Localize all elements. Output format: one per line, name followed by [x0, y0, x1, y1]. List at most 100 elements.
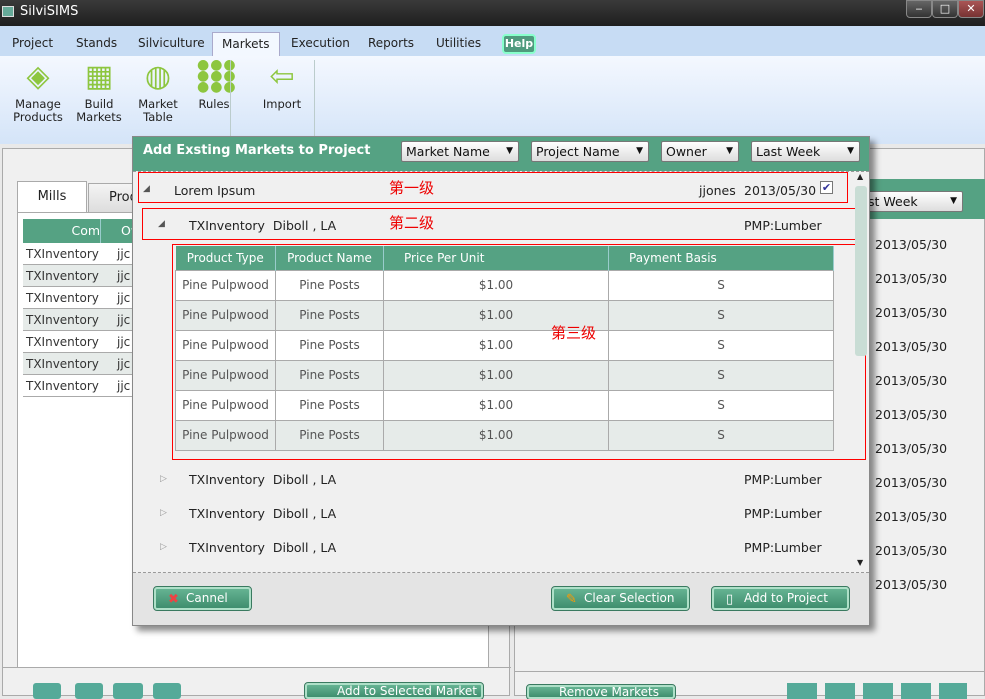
product-row[interactable]: Pine Pulpwood Pine Posts $1.00 S: [175, 329, 834, 361]
dialog-title: Add Exsting Markets to Project: [143, 143, 371, 158]
remove-markets-button[interactable]: Remove Markets: [526, 684, 676, 699]
cell-price: $1.00: [383, 419, 609, 451]
table-row[interactable]: TXInventory jjc: [23, 331, 143, 353]
column-product-type[interactable]: Product Type: [175, 246, 276, 270]
edit-icon[interactable]: [113, 683, 143, 699]
add-to-project-button[interactable]: ▯ Add to Project: [711, 586, 850, 611]
globe-icon: ◍: [144, 59, 172, 94]
date-range-select[interactable]: Last Week ▼: [751, 141, 860, 162]
market-name-select[interactable]: Market Name ▼: [401, 141, 519, 162]
product-row[interactable]: Pine Pulpwood Pine Posts $1.00 S: [175, 269, 834, 301]
clear-selection-button[interactable]: ✎ Clear Selection: [551, 586, 690, 611]
scrollbar-thumb[interactable]: [855, 186, 867, 356]
table-row[interactable]: TXInventory jjc: [23, 353, 143, 375]
rules-button[interactable]: ●●● ●●● ●●● Rules: [194, 58, 236, 111]
tab-markets[interactable]: Markets: [212, 32, 280, 56]
add-document-icon: ▯: [726, 592, 734, 607]
add-to-selected-market-button[interactable]: Add to Selected Market: [304, 682, 484, 699]
collapsed-triangle-icon[interactable]: ▷: [160, 542, 167, 552]
expanded-triangle-icon[interactable]: ◢: [143, 184, 150, 194]
cell-payment-basis: S: [608, 269, 834, 301]
save-icon[interactable]: [153, 683, 181, 699]
market-date: 2013/05/30: [875, 373, 948, 388]
cell-payment-basis: S: [608, 419, 834, 451]
cell-product-type: Pine Pulpwood: [175, 359, 276, 391]
tab-reports[interactable]: Reports: [368, 36, 414, 50]
table-row[interactable]: TXInventory jjc: [23, 309, 143, 331]
build-markets-button[interactable]: ▦ Build Markets: [76, 60, 122, 124]
market-name: TXInventory Diboll , LA: [189, 472, 337, 487]
tab-project[interactable]: Project: [12, 36, 53, 50]
cancel-button[interactable]: ✖ Cannel: [153, 586, 252, 611]
owner-select[interactable]: Owner ▼: [661, 141, 739, 162]
maximize-button[interactable]: □: [932, 0, 958, 18]
ribbon: ◈ Manage Products ▦ Build Markets ◍ Market Tab…: [0, 56, 985, 144]
market-row[interactable]: ▷ TXInventory Diboll , LA PMP:Lumber: [133, 540, 848, 564]
collapsed-triangle-icon[interactable]: ▷: [160, 474, 167, 484]
market-type: PMP:Lumber: [744, 540, 822, 555]
cell-company: TXInventory: [26, 291, 99, 305]
tab-execution[interactable]: Execution: [291, 36, 350, 50]
cell-owner: jjc: [117, 335, 131, 349]
annotation-level1: 第一级: [389, 179, 435, 197]
eraser-icon: ✎: [566, 592, 577, 607]
market-table-button[interactable]: ◍ Market Table: [136, 60, 180, 124]
tab-utilities[interactable]: Utilities: [436, 36, 481, 50]
table-row[interactable]: TXInventory jjc: [23, 287, 143, 309]
column-price-per-unit[interactable]: Price Per Unit: [383, 246, 609, 270]
import-icon: ⇦: [269, 59, 295, 94]
tab-mills[interactable]: Mills: [17, 181, 87, 213]
cell-owner: jjc: [117, 269, 131, 283]
level1-name: Lorem Ipsum: [174, 183, 256, 198]
product-row[interactable]: Pine Pulpwood Pine Posts $1.00 S: [175, 419, 834, 451]
product-row[interactable]: Pine Pulpwood Pine Posts $1.00 S: [175, 359, 834, 391]
help-button[interactable]: Help: [502, 34, 536, 54]
cell-company: TXInventory: [26, 313, 99, 327]
level1-checkbox[interactable]: ✔: [820, 181, 833, 194]
dialog-header: Add Exsting Markets to Project Market Na…: [133, 137, 869, 171]
product-table: Product Type Product Name Price Per Unit…: [175, 246, 834, 451]
import-button[interactable]: ⇦ Import: [258, 60, 306, 111]
chevron-down-icon: ▼: [847, 146, 854, 156]
level2-type: PMP:Lumber: [744, 218, 822, 233]
market-date: 2013/05/30: [875, 271, 948, 286]
market-row[interactable]: ▷ TXInventory Diboll , LA PMP:Lumber: [133, 472, 848, 496]
table-row[interactable]: TXInventory jjc: [23, 265, 143, 287]
cell-owner: jjc: [117, 357, 131, 371]
project-name-select[interactable]: Project Name ▼: [531, 141, 649, 162]
cell-product-type: Pine Pulpwood: [175, 329, 276, 361]
market-row[interactable]: ▷ TXInventory Diboll , LA PMP:Lumber: [133, 506, 848, 530]
table-row[interactable]: TXInventory jjc: [23, 243, 143, 265]
expanded-triangle-icon[interactable]: ◢: [158, 219, 165, 229]
market-date: 2013/05/30: [875, 305, 948, 320]
market-date: 2013/05/30: [875, 407, 948, 422]
title-bar: SilviSIMS ‒ □ ✕: [0, 0, 985, 26]
column-product-name[interactable]: Product Name: [275, 246, 384, 270]
factory-icon: ▦: [84, 59, 114, 94]
column-payment-basis[interactable]: Payment Basis: [608, 246, 834, 270]
minimize-button[interactable]: ‒: [906, 0, 932, 18]
cell-product-name: Pine Posts: [275, 389, 384, 421]
right-toolbar-icons[interactable]: [787, 683, 967, 699]
market-date: 2013/05/30: [875, 543, 948, 558]
cell-product-type: Pine Pulpwood: [175, 299, 276, 331]
annotation-level2: 第二级: [389, 214, 435, 232]
cell-owner: jjc: [117, 291, 131, 305]
market-date: 2013/05/30: [875, 577, 948, 592]
divider: [3, 667, 511, 668]
vertical-scrollbar[interactable]: ▲ ▼: [853, 172, 869, 572]
manage-products-button[interactable]: ◈ Manage Products: [12, 60, 64, 124]
table-row[interactable]: TXInventory jjc: [23, 375, 143, 397]
copy-icon[interactable]: [75, 683, 103, 699]
collapsed-triangle-icon[interactable]: ▷: [160, 508, 167, 518]
chevron-down-icon: ▼: [636, 146, 643, 156]
product-row[interactable]: Pine Pulpwood Pine Posts $1.00 S: [175, 299, 834, 331]
close-button[interactable]: ✕: [958, 0, 984, 18]
tab-silviculture[interactable]: Silviculture: [138, 36, 205, 50]
date-filter-select[interactable]: st Week ▼: [863, 191, 963, 212]
ribbon-tabs: Project Stands Silviculture Markets Exec…: [0, 26, 985, 56]
app-icon: [2, 6, 14, 17]
product-row[interactable]: Pine Pulpwood Pine Posts $1.00 S: [175, 389, 834, 421]
new-icon[interactable]: [33, 683, 61, 699]
tab-stands[interactable]: Stands: [76, 36, 117, 50]
